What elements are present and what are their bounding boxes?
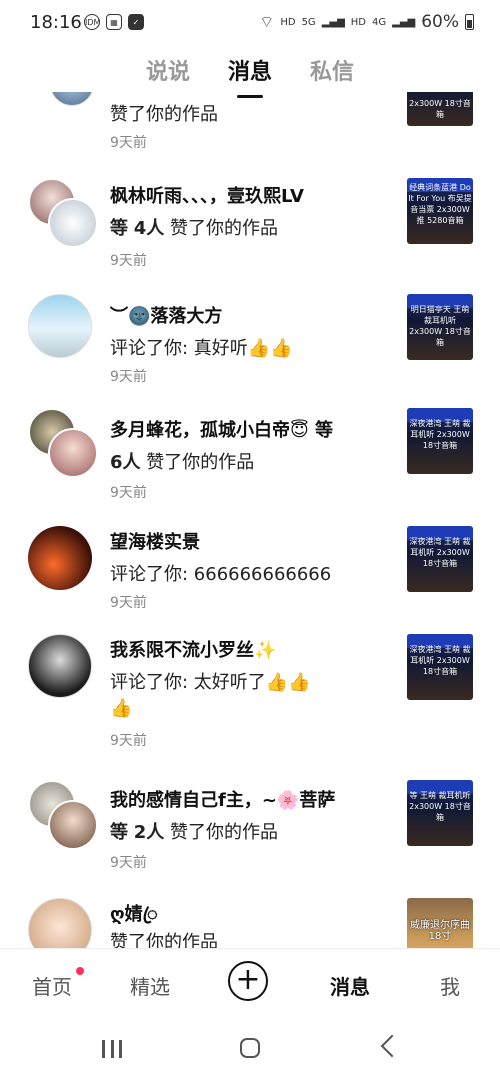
thumbnail-text: 经典词条蓝港 Do It For You 布吴提音当票 2x300W推 5280…	[408, 183, 472, 225]
item-time: 9天前	[110, 855, 147, 871]
item-time: 9天前	[110, 253, 147, 269]
hd-label-1: HD	[280, 16, 296, 28]
item-summary: 等 2人 赞了你的作品	[110, 818, 278, 844]
avatar[interactable]	[48, 800, 98, 850]
thumbnail-text: 深夜港湾 王萌 裁耳机听 2x300W 18寸音箱	[409, 537, 471, 568]
thumbnail-text: 等 王萌 裁耳机听 2x300W 18寸音箱	[409, 791, 471, 822]
item-text: 赞了你的作品	[170, 822, 278, 843]
hd-label-2: HD	[350, 16, 366, 28]
tab-shuoshuo[interactable]: 说说	[146, 48, 190, 92]
video-thumbnail[interactable]: 深夜港湾 王萌 裁耳机听 2x300W 18寸音箱	[407, 526, 473, 592]
item-name[interactable]: 望海楼实景	[110, 528, 200, 554]
thumbnail-text: 2x300W 18寸音箱	[409, 99, 471, 119]
nav-me[interactable]: 我	[440, 971, 460, 1000]
thumbnail-text: 深夜港湾 王萌 裁耳机听 2x300W 18寸音箱	[409, 419, 471, 450]
avatar[interactable]	[28, 898, 92, 948]
item-time: 9天前	[110, 595, 147, 611]
item-summary: 6人 赞了你的作品	[110, 448, 254, 474]
recent-apps-button[interactable]	[102, 1040, 122, 1058]
item-text: 赞了你的作品	[146, 452, 255, 473]
video-thumbnail[interactable]: 深夜港湾 王萌 裁耳机听 2x300W 18寸音箱	[407, 408, 473, 474]
item-text: 赞了你的作品	[110, 932, 218, 948]
item-name[interactable]: ︶🌚落落大方	[110, 302, 222, 328]
item-text: 赞了你的作品	[170, 218, 278, 239]
item-name[interactable]: 我系限不流小罗丝✨	[110, 636, 276, 662]
item-count: 6人	[110, 452, 141, 473]
battery-icon	[465, 14, 474, 30]
status-bar: 18:16 IDM ▦ ✓ ⌔ HD 5G ▂▄▆ HD 4G ▂▄▆ 60%	[0, 0, 500, 48]
status-right: ⌔ HD 5G ▂▄▆ HD 4G ▂▄▆ 60%	[259, 12, 474, 32]
back-button[interactable]	[380, 1034, 404, 1058]
nav-home[interactable]: 首页	[32, 971, 72, 1000]
avatar[interactable]	[28, 294, 92, 358]
signal-icon-2: ▂▄▆	[392, 16, 416, 28]
signal-icon-1: ▂▄▆	[321, 16, 345, 28]
item-text: 评论了你: 太好听了👍👍	[110, 672, 311, 693]
item-count: 2人	[133, 822, 165, 843]
item-name[interactable]: 我的感情自己f主，~🌸菩萨	[110, 786, 335, 812]
item-count-prefix: 等	[110, 822, 128, 843]
avatar[interactable]	[48, 198, 98, 248]
thumbnail-text: 明日猫亭天 王萌 裁耳机听 2x300W 18寸音箱	[409, 305, 471, 347]
bottom-nav: 首页 精选 + 消息 我	[0, 948, 500, 1019]
check-icon: ✓	[128, 14, 144, 30]
thumbnail-text: 威廉退尔序曲18寸	[410, 920, 470, 942]
item-text-continued: 👍	[110, 698, 133, 719]
system-nav	[0, 1018, 500, 1083]
avatar[interactable]	[28, 634, 92, 698]
thumbnail-text: 深夜港湾 王萌 裁耳机听 2x300W 18寸音箱	[409, 645, 471, 676]
wifi-icon: ⌔	[259, 12, 275, 31]
item-text: 评论了你: 666666666666	[110, 564, 332, 585]
signal-5g-label: 5G	[301, 16, 316, 28]
notification-dot	[76, 967, 84, 975]
home-button[interactable]	[240, 1038, 260, 1058]
message-list[interactable]: 赞了你的作品 9天前 2x300W 18寸音箱 枫林听雨、、、，壹玖熙LV 等 …	[0, 92, 500, 948]
item-time: 9天前	[110, 485, 147, 501]
avatar[interactable]	[50, 92, 94, 106]
video-thumbnail[interactable]: 威廉退尔序曲18寸	[407, 898, 473, 948]
nav-select[interactable]: 精选	[130, 971, 170, 1000]
video-thumbnail[interactable]: 明日猫亭天 王萌 裁耳机听 2x300W 18寸音箱	[407, 294, 473, 360]
item-text: 评论了你: 真好听👍👍	[110, 338, 293, 359]
video-thumbnail[interactable]: 经典词条蓝港 Do It For You 布吴提音当票 2x300W推 5280…	[407, 178, 473, 244]
tab-private-messages[interactable]: 私信	[310, 48, 354, 92]
item-count-prefix: 等	[110, 218, 128, 239]
avatar[interactable]	[48, 428, 98, 478]
nav-messages[interactable]: 消息	[330, 971, 370, 1000]
avatar[interactable]	[28, 526, 92, 590]
top-tabs: 说说 消息 私信	[0, 48, 500, 92]
item-time: 9天前	[110, 369, 147, 385]
signal-4g-label: 4G	[372, 16, 387, 28]
item-name[interactable]: 枫林听雨、、、，壹玖熙LV	[110, 182, 304, 208]
status-time: 18:16	[30, 12, 82, 33]
item-text: 赞了你的作品	[110, 104, 218, 125]
idm-icon: IDM	[84, 14, 100, 30]
status-notification-icons: IDM ▦ ✓	[84, 14, 144, 30]
item-time: 9天前	[110, 135, 147, 151]
item-count: 4人	[133, 218, 165, 239]
tab-messages[interactable]: 消息	[228, 48, 272, 92]
item-name[interactable]: 多月蜂花，孤城小白帝😇 等	[110, 416, 333, 442]
battery-percent: 60%	[421, 12, 459, 32]
video-thumbnail[interactable]: 等 王萌 裁耳机听 2x300W 18寸音箱	[407, 780, 473, 846]
video-thumbnail[interactable]: 深夜港湾 王萌 裁耳机听 2x300W 18寸音箱	[407, 634, 473, 700]
add-post-button[interactable]: +	[228, 961, 268, 1001]
item-time: 9天前	[110, 733, 147, 749]
video-thumbnail[interactable]: 2x300W 18寸音箱	[407, 92, 473, 126]
item-summary: 等 4人 赞了你的作品	[110, 214, 278, 240]
app-notification-icon: ▦	[106, 14, 122, 30]
